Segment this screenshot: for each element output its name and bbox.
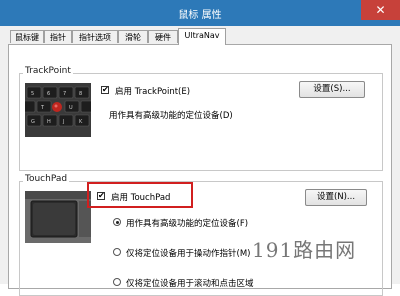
touchpad-option-pointer-radio[interactable] [113,248,121,256]
tab-hardware[interactable]: 硬件 [148,30,178,43]
svg-text:8: 8 [79,91,82,97]
svg-text:G: G [31,119,35,125]
touchpad-enable-checkbox[interactable]: ✔ [97,192,105,200]
touchpad-option-advanced-radio[interactable] [113,218,121,226]
trackpoint-settings-button[interactable]: 设置(S)... [299,81,365,98]
tab-pointer-options[interactable]: 指针选项 [72,30,118,43]
touchpad-settings-button[interactable]: 设置(N)... [305,189,367,206]
svg-text:5: 5 [31,91,34,97]
touchpad-option-scroll-radio[interactable] [113,278,121,286]
touchpad-option-pointer-label: 仅将定位设备用于操动作指针(M) [126,249,251,259]
touchpad-image [25,191,91,243]
tab-pointers[interactable]: 指针 [44,30,72,43]
svg-text:H: H [47,119,51,125]
title-bar: 鼠标 属性 ✕ [0,0,400,26]
window-title: 鼠标 属性 [178,10,222,21]
trackpoint-keyboard-image: 56 78 TU GH JK [25,83,91,137]
svg-text:7: 7 [63,91,66,97]
touchpad-enable-label: 启用 TouchPad [111,193,171,203]
tab-buttons[interactable]: 鼠标键 [10,30,44,43]
trackpoint-enable-label: 启用 TrackPoint(E) [115,87,191,97]
svg-text:J: J [62,119,64,125]
svg-text:U: U [69,105,73,111]
touchpad-group-label: TouchPad [23,174,70,184]
tab-ultranav[interactable]: UltraNav [178,28,226,45]
trackpoint-description: 用作具有高级功能的定位设备(D) [109,111,233,121]
tab-wheel[interactable]: 滑轮 [118,30,148,43]
trackpoint-group-label: TrackPoint [23,66,73,76]
close-button[interactable]: ✕ [361,0,400,20]
svg-text:6: 6 [47,91,50,97]
watermark-text: 191路由网 [252,238,357,262]
trackpoint-enable-checkbox[interactable]: ✔ [101,86,109,94]
touchpad-option-scroll-label: 仅将定位设备用于滚动和点击区域 [126,279,254,289]
touchpad-option-advanced-label: 用作具有高级功能的定位设备(F) [126,219,249,229]
